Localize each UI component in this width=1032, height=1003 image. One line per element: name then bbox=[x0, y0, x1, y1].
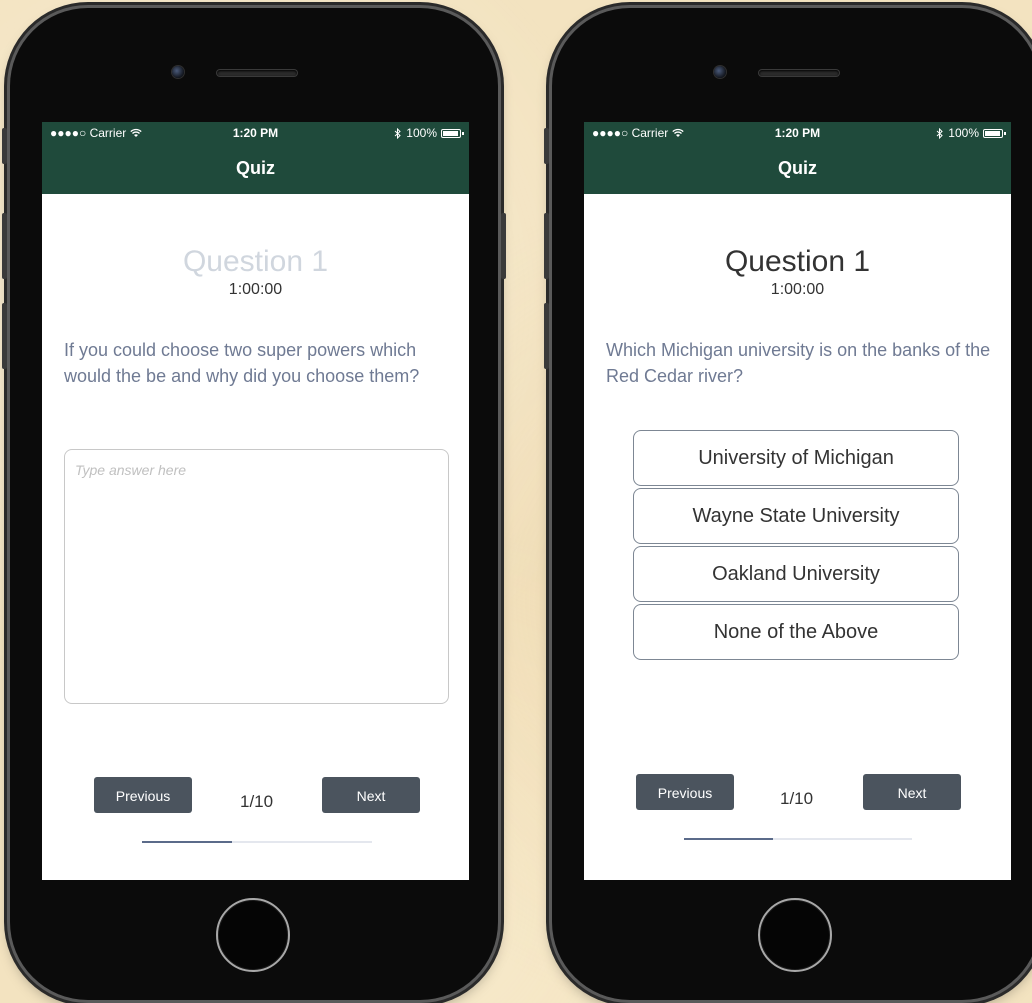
question-title: Question 1 bbox=[724, 245, 871, 278]
battery-percent: 100% bbox=[948, 126, 979, 140]
answer-input[interactable] bbox=[64, 449, 449, 704]
answer-choice[interactable]: Oakland University bbox=[633, 546, 959, 602]
battery-icon bbox=[983, 128, 1006, 138]
answer-choice[interactable]: Wayne State University bbox=[633, 488, 959, 544]
home-button[interactable] bbox=[758, 898, 832, 972]
question-text: Which Michigan university is on the bank… bbox=[606, 340, 991, 386]
silent-switch bbox=[2, 128, 7, 164]
next-button[interactable]: Next bbox=[863, 774, 961, 810]
screen: ●●●●○ Carrier 1:20 PM 100% Quiz Question… bbox=[584, 122, 1011, 880]
page-counter: 1/10 bbox=[780, 789, 814, 808]
power-button bbox=[501, 213, 506, 279]
battery-percent: 100% bbox=[406, 126, 437, 140]
status-bar: ●●●●○ Carrier 1:20 PM 100% bbox=[42, 122, 469, 144]
camera-icon bbox=[714, 66, 726, 78]
screen: ●●●●○ Carrier 1:20 PM 100% Quiz Question… bbox=[42, 122, 469, 880]
camera-icon bbox=[172, 66, 184, 78]
progress-bar bbox=[684, 838, 912, 840]
speaker-grille bbox=[217, 70, 297, 76]
volume-up-button bbox=[2, 213, 7, 279]
status-bar: ●●●●○ Carrier 1:20 PM 100% bbox=[584, 122, 1011, 144]
nav-bar: Quiz bbox=[42, 144, 469, 194]
nav-title: Quiz bbox=[778, 158, 817, 178]
volume-down-button bbox=[2, 303, 7, 369]
page-counter: 1/10 bbox=[240, 792, 274, 811]
progress-bar-fill bbox=[684, 838, 773, 840]
phone-left: ●●●●○ Carrier 1:20 PM 100% Quiz Question… bbox=[2, 8, 506, 1000]
home-button[interactable] bbox=[216, 898, 290, 972]
quiz-timer: 1:00:00 bbox=[228, 281, 283, 298]
bluetooth-icon bbox=[936, 127, 944, 139]
volume-down-button bbox=[544, 303, 549, 369]
bluetooth-icon bbox=[394, 127, 402, 139]
previous-button[interactable]: Previous bbox=[94, 777, 192, 813]
progress-bar bbox=[142, 841, 372, 843]
quiz-timer: 1:00:00 bbox=[770, 281, 825, 298]
battery-icon bbox=[441, 128, 464, 138]
answer-choice[interactable]: University of Michigan bbox=[633, 430, 959, 486]
next-button[interactable]: Next bbox=[322, 777, 420, 813]
speaker-grille bbox=[759, 70, 839, 76]
volume-up-button bbox=[544, 213, 549, 279]
silent-switch bbox=[544, 128, 549, 164]
nav-bar: Quiz bbox=[584, 144, 1011, 194]
question-title: Question 1 bbox=[182, 245, 329, 278]
question-text: If you could choose two super powers whi… bbox=[64, 340, 420, 386]
nav-title: Quiz bbox=[236, 158, 275, 178]
answer-choice[interactable]: None of the Above bbox=[633, 604, 959, 660]
phone-right: ●●●●○ Carrier 1:20 PM 100% Quiz Question… bbox=[544, 8, 1032, 1000]
previous-button[interactable]: Previous bbox=[636, 774, 734, 810]
progress-bar-fill bbox=[142, 841, 232, 843]
